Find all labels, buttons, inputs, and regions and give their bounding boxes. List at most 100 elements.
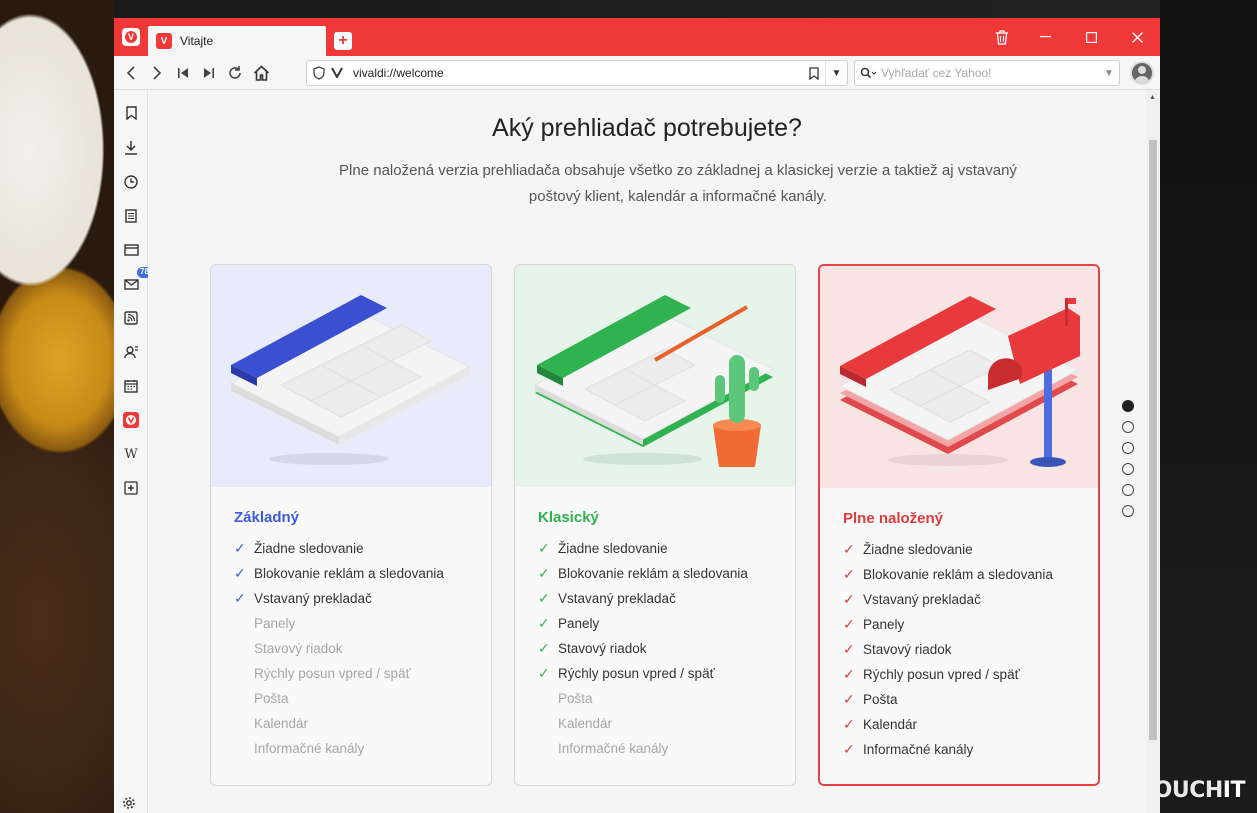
- feature-label: Kalendár: [558, 716, 613, 731]
- search-input[interactable]: Vyhľadať cez Yahoo!: [881, 66, 1099, 80]
- add-panel-icon[interactable]: [122, 479, 140, 497]
- side-panel: 78 W: [114, 90, 152, 813]
- notes-icon[interactable]: [122, 207, 140, 225]
- mail-icon[interactable]: 78: [122, 267, 152, 293]
- close-button[interactable]: [1114, 18, 1160, 56]
- feature-item: ✓ Žiadne sledovanie: [843, 537, 1098, 562]
- feature-item: ✓ Stavový riadok: [843, 637, 1098, 662]
- feature-label: Panely: [863, 617, 905, 632]
- feature-label: Blokovanie reklám a sledovania: [558, 566, 748, 581]
- pagination-dot[interactable]: [1122, 463, 1134, 475]
- history-icon[interactable]: [122, 173, 140, 191]
- maximize-button[interactable]: [1068, 18, 1114, 56]
- feature-label: Vstavaný prekladač: [863, 592, 981, 607]
- feature-label: Kalendár: [863, 717, 918, 732]
- basic-illustration: [211, 265, 491, 487]
- back-button[interactable]: [118, 59, 144, 87]
- feature-item: ✓ Vstavaný prekladač: [538, 586, 795, 611]
- feature-label: Pošta: [558, 691, 593, 706]
- new-tab-button[interactable]: +: [334, 32, 352, 50]
- reload-button[interactable]: [222, 59, 248, 87]
- check-icon: ✓: [843, 641, 855, 657]
- check-icon: ✓: [538, 615, 550, 631]
- shield-icon[interactable]: [307, 66, 331, 80]
- tab-welcome[interactable]: V Vitajte: [148, 26, 326, 56]
- pagination-dot[interactable]: [1122, 400, 1134, 412]
- download-icon[interactable]: [122, 138, 140, 156]
- trash-icon[interactable]: [982, 18, 1022, 56]
- profile-avatar[interactable]: [1130, 61, 1154, 85]
- feature-item: ✓ Blokovanie reklám a sledovania: [538, 561, 795, 586]
- bookmark-icon[interactable]: [122, 104, 140, 122]
- check-icon: ✓: [843, 716, 855, 732]
- feature-label: Žiadne sledovanie: [254, 541, 364, 556]
- vivaldi-menu-button[interactable]: V: [114, 18, 148, 56]
- title-bar: V V Vitajte +: [114, 18, 1160, 56]
- pagination-dot[interactable]: [1122, 442, 1134, 454]
- pagination-dot[interactable]: [1122, 421, 1134, 433]
- feed-icon[interactable]: [122, 309, 140, 327]
- search-field[interactable]: Vyhľadať cez Yahoo! ▼: [854, 60, 1120, 86]
- calendar-icon[interactable]: [122, 377, 140, 395]
- feature-item: ✓ Panely: [843, 612, 1098, 637]
- welcome-page: Aký prehliadač potrebujete? Plne naložen…: [148, 90, 1146, 813]
- url-field[interactable]: vivaldi://welcome ▼: [306, 60, 848, 86]
- vertical-scrollbar[interactable]: ▲: [1146, 90, 1160, 813]
- browser-window: V V Vitajte + vivaldi://welcome ▼ Vyhľad…: [114, 18, 1160, 813]
- page-title: Aký prehliadač potrebujete?: [492, 114, 802, 142]
- feature-item: ✓ Pošta: [843, 687, 1098, 712]
- card-basic-features: ✓ Žiadne sledovanie ✓ Blokovanie reklám a s…: [234, 536, 491, 761]
- pagination-dot[interactable]: [1122, 484, 1134, 496]
- card-basic[interactable]: Základný ✓ Žiadne sledovanie ✓ Blokovanie r…: [210, 264, 492, 786]
- page-subtitle: Plne naložená verzia prehliadača obsahuj…: [339, 162, 1017, 205]
- contacts-icon[interactable]: [122, 343, 140, 361]
- scrollbar-thumb[interactable]: [1149, 140, 1157, 740]
- feature-item: ✓ Vstavaný prekladač: [843, 587, 1098, 612]
- card-classic[interactable]: Klasický ✓ Žiadne sledovanie ✓ Blokovanie r…: [514, 264, 796, 786]
- settings-gear-icon[interactable]: [122, 796, 136, 813]
- url-dropdown-icon[interactable]: ▼: [825, 61, 847, 85]
- feature-item: ✓ Žiadne sledovanie: [234, 536, 491, 561]
- feature-item: ✓ Panely: [538, 611, 795, 636]
- feature-label: Stavový riadok: [254, 641, 343, 656]
- url-text: vivaldi://welcome: [353, 66, 444, 80]
- feature-item: Kalendár: [234, 711, 491, 736]
- tab-title: Vitajte: [180, 34, 214, 48]
- card-fully-loaded-title: Plne naložený: [843, 510, 944, 527]
- forward-button[interactable]: [144, 59, 170, 87]
- feature-label: Informačné kanály: [863, 742, 974, 757]
- desktop-right-area: [1160, 0, 1257, 813]
- search-dropdown-icon[interactable]: ▼: [1099, 68, 1119, 79]
- feature-label: Rýchly posun vpred / späť: [863, 667, 1020, 682]
- feature-label: Stavový riadok: [863, 642, 952, 657]
- card-fully-loaded-body: Plne naložený ✓ Žiadne sledovanie ✓ Blokova…: [820, 488, 1098, 762]
- scroll-up-arrow[interactable]: ▲: [1149, 94, 1156, 101]
- home-button[interactable]: [248, 59, 274, 87]
- rewind-button[interactable]: [170, 59, 196, 87]
- window-icon[interactable]: [122, 241, 140, 259]
- feature-label: Rýchly posun vpred / späť: [558, 666, 715, 681]
- pagination-dot[interactable]: [1122, 505, 1134, 517]
- card-fully-loaded[interactable]: Plne naložený ✓ Žiadne sledovanie ✓ Blokova…: [818, 264, 1100, 786]
- feature-item: Informačné kanály: [538, 736, 795, 761]
- feature-item: Informačné kanály: [234, 736, 491, 761]
- feature-label: Vstavaný prekladač: [558, 591, 676, 606]
- vivaldi-page-icon: [331, 66, 349, 81]
- search-engine-icon[interactable]: [855, 67, 881, 79]
- check-icon: ✓: [234, 565, 246, 581]
- feature-item: Pošta: [234, 686, 491, 711]
- feature-item: ✓ Žiadne sledovanie: [538, 536, 795, 561]
- card-classic-body: Klasický ✓ Žiadne sledovanie ✓ Blokovanie r…: [515, 487, 795, 761]
- wikipedia-icon[interactable]: W: [122, 445, 140, 463]
- check-icon: ✓: [843, 666, 855, 682]
- minimize-button[interactable]: [1022, 18, 1068, 56]
- vivaldi-icon[interactable]: [122, 411, 140, 429]
- bookmark-page-icon[interactable]: [803, 66, 825, 80]
- classic-illustration: [515, 265, 795, 487]
- feature-item: ✓ Informačné kanály: [843, 737, 1098, 762]
- feature-label: Informačné kanály: [254, 741, 365, 756]
- check-icon: ✓: [234, 540, 246, 556]
- fast-forward-button[interactable]: [196, 59, 222, 87]
- feature-label: Žiadne sledovanie: [863, 542, 973, 557]
- feature-label: Vstavaný prekladač: [254, 591, 372, 606]
